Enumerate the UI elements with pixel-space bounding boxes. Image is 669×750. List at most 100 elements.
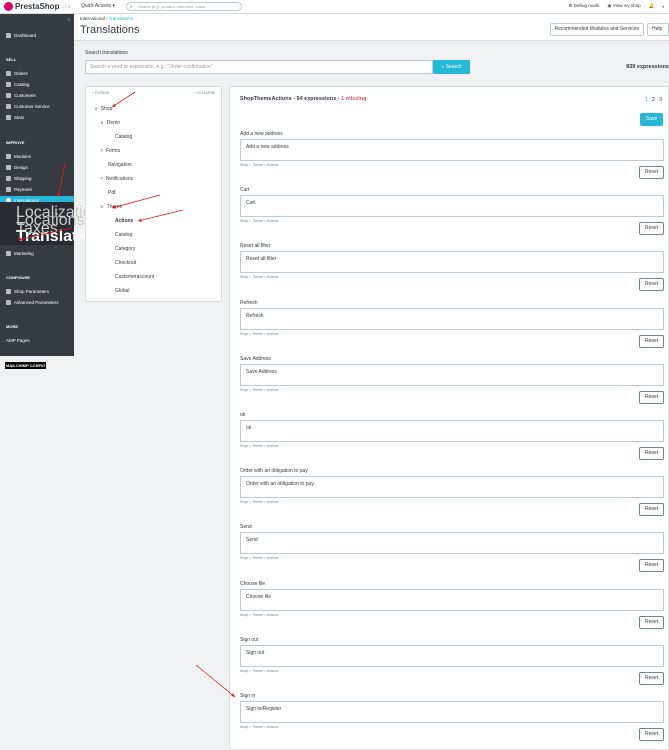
debug-icon: ⚙	[568, 3, 573, 8]
credit-card-icon	[6, 187, 11, 192]
page-link[interactable]: 2	[652, 97, 655, 103]
translation-textarea[interactable]: Save Address	[240, 363, 664, 386]
sidebar-item-marketing[interactable]: Marketing	[0, 249, 74, 258]
chevron-right-icon[interactable]: >	[100, 148, 103, 154]
tree-node-catalog[interactable]: Catalog	[115, 134, 132, 140]
top-bar-right: ⚙ Debug mode ◉ View my shop 🔔 ◐	[568, 3, 665, 9]
translation-textarea[interactable]: Add a new address	[240, 139, 664, 161]
user-avatar-icon[interactable]: ◐	[662, 4, 665, 9]
notifications-icon[interactable]: 🔔	[649, 3, 655, 9]
view-shop-link[interactable]: ◉ View my shop	[608, 3, 641, 9]
search-button-label: Search	[445, 64, 462, 70]
help-button[interactable]: Help	[647, 23, 669, 36]
entry-domain: Shop > Theme > Actions	[240, 331, 279, 336]
tree-node-notifications[interactable]: > Notifications	[100, 176, 133, 182]
entry-label: Send	[240, 524, 252, 531]
tree-node-customeraccount[interactable]: Customeraccount	[115, 274, 154, 280]
translation-textarea[interactable]: Sign out	[240, 644, 664, 667]
chevron-down-icon[interactable]: ∨	[100, 120, 104, 126]
tree-node-navigation[interactable]: Navigation	[108, 162, 132, 168]
collapse-sidebar-icon[interactable]: «	[67, 17, 70, 23]
sidebar-item-orders[interactable]: Orders	[0, 69, 74, 78]
search-button[interactable]: ⌕ Search	[433, 60, 470, 74]
reset-button[interactable]: Reset	[639, 728, 664, 741]
tree-node-forms[interactable]: > Forms	[100, 148, 120, 154]
sidebar-item-advanced-parameters[interactable]: Advanced Parameters	[0, 298, 74, 307]
tree-node-label: Catalog	[115, 232, 133, 238]
translation-textarea[interactable]: Cart	[240, 195, 664, 218]
tree-node-category[interactable]: Category	[115, 246, 135, 252]
translation-textarea[interactable]: Sign in/Register	[240, 701, 664, 723]
tree-node-actions[interactable]: Actions	[115, 218, 133, 224]
collapse-all-link[interactable]: − COLLAPSE	[193, 91, 215, 95]
translation-textarea[interactable]: ok	[240, 420, 664, 442]
tree-node-label: Shop	[100, 106, 113, 112]
translation-textarea[interactable]: Choose file	[240, 588, 664, 611]
reset-button[interactable]: Reset	[639, 334, 664, 348]
orders-icon	[6, 71, 11, 76]
translation-entry: Add a new address Add a new address Shop >…	[240, 131, 664, 187]
translation-search-input[interactable]: Search a word or expression, e.g.: "Orde…	[85, 60, 433, 74]
expand-all-link[interactable]: + EXPAND	[92, 91, 109, 95]
gear-icon	[6, 289, 11, 294]
translation-entry: Order with an obligation to pay Order wit…	[240, 468, 664, 524]
translation-textarea[interactable]: Refresh	[240, 307, 664, 330]
sidebar-item-design[interactable]: Design	[0, 163, 74, 172]
translation-textarea[interactable]: Reset all filter	[240, 251, 664, 274]
submenu-item-translations[interactable]: Translations	[0, 229, 110, 245]
entry-label: Cart	[240, 187, 250, 194]
entry-label: Save Address	[240, 355, 271, 362]
tree-node-catalog[interactable]: Catalog	[115, 232, 132, 238]
chevron-down-icon[interactable]: ∨	[94, 106, 98, 112]
reset-button[interactable]: Reset	[639, 222, 664, 236]
sidebar-item-modules[interactable]: Modules	[0, 152, 74, 161]
mailchimp-config-link[interactable]: MAILCHIMP CONFIG	[5, 362, 47, 369]
reset-button[interactable]: Reset	[639, 615, 664, 629]
translation-entry: Cart Cart Shop > Theme > Actions Reset	[240, 187, 664, 243]
tree-node-theme[interactable]: ∨ Theme	[100, 204, 122, 210]
tree-node-label: Pdf	[108, 190, 116, 196]
sidebar-item-shop-parameters[interactable]: Shop Parameters	[0, 287, 74, 296]
sidebar-item-dashboard[interactable]: Dashboard	[0, 31, 74, 40]
save-button[interactable]: Save	[640, 113, 663, 126]
sidebar-label: Dashboard	[14, 33, 37, 38]
collapse-label: COLLAPSE	[196, 91, 215, 95]
reset-button[interactable]: Reset	[639, 447, 664, 460]
chevron-down-icon[interactable]: ∨	[100, 204, 104, 210]
chevron-right-icon[interactable]: >	[100, 176, 103, 182]
page-link[interactable]: 1	[645, 97, 648, 103]
sidebar-item-catalog[interactable]: Catalog	[0, 80, 74, 89]
entry-domain: Shop > Theme > Actions	[240, 668, 279, 673]
reset-button[interactable]: Reset	[639, 671, 664, 685]
tree-node-shop[interactable]: ∨ Shop	[94, 106, 112, 112]
reset-button[interactable]: Reset	[639, 559, 664, 573]
sidebar-label: Modules	[14, 154, 32, 159]
prestashop-logo[interactable]: PrestaShop 1.7.6	[4, 2, 70, 11]
sidebar-item-amp-pages[interactable]: AMP Pages	[0, 336, 74, 345]
tree-node-pdf[interactable]: Pdf	[108, 190, 116, 196]
reset-button[interactable]: Reset	[639, 390, 664, 404]
entry-label: Order with an obligation to pay	[240, 468, 308, 475]
breadcrumb-parent[interactable]: International	[80, 16, 105, 21]
reset-button[interactable]: Reset	[639, 278, 664, 292]
debug-mode-link[interactable]: ⚙ Debug mode	[568, 3, 599, 9]
reset-button[interactable]: Reset	[639, 166, 664, 179]
global-search-input[interactable]: ⌕ Search (e.g.: product reference, custo	[126, 2, 242, 11]
tree-node-demo[interactable]: ∨ Demo	[100, 120, 120, 126]
sidebar-item-stats[interactable]: Stats	[0, 113, 74, 122]
sidebar-item-customers[interactable]: Customers	[0, 91, 74, 100]
breadcrumb-current[interactable]: Translations	[109, 16, 133, 21]
translation-textarea[interactable]: Order with an obligation to pay	[240, 476, 664, 499]
page-link[interactable]: 3	[659, 97, 662, 103]
sidebar-item-customer-service[interactable]: Customer Service	[0, 102, 74, 111]
translation-textarea[interactable]: Send	[240, 532, 664, 555]
sidebar-item-payment[interactable]: Payment	[0, 185, 74, 194]
quick-access-menu[interactable]: Quick Access ▾	[81, 3, 115, 9]
reset-button[interactable]: Reset	[639, 503, 664, 517]
search-icon: ⌕	[130, 4, 133, 10]
tree-node-global[interactable]: Global	[115, 288, 129, 294]
sidebar-label: Orders	[14, 71, 28, 76]
sidebar-item-shipping[interactable]: Shipping	[0, 174, 74, 183]
tree-node-checkout[interactable]: Checkout	[115, 260, 136, 266]
recommended-modules-button[interactable]: Recommended Modules and Services	[549, 23, 644, 36]
